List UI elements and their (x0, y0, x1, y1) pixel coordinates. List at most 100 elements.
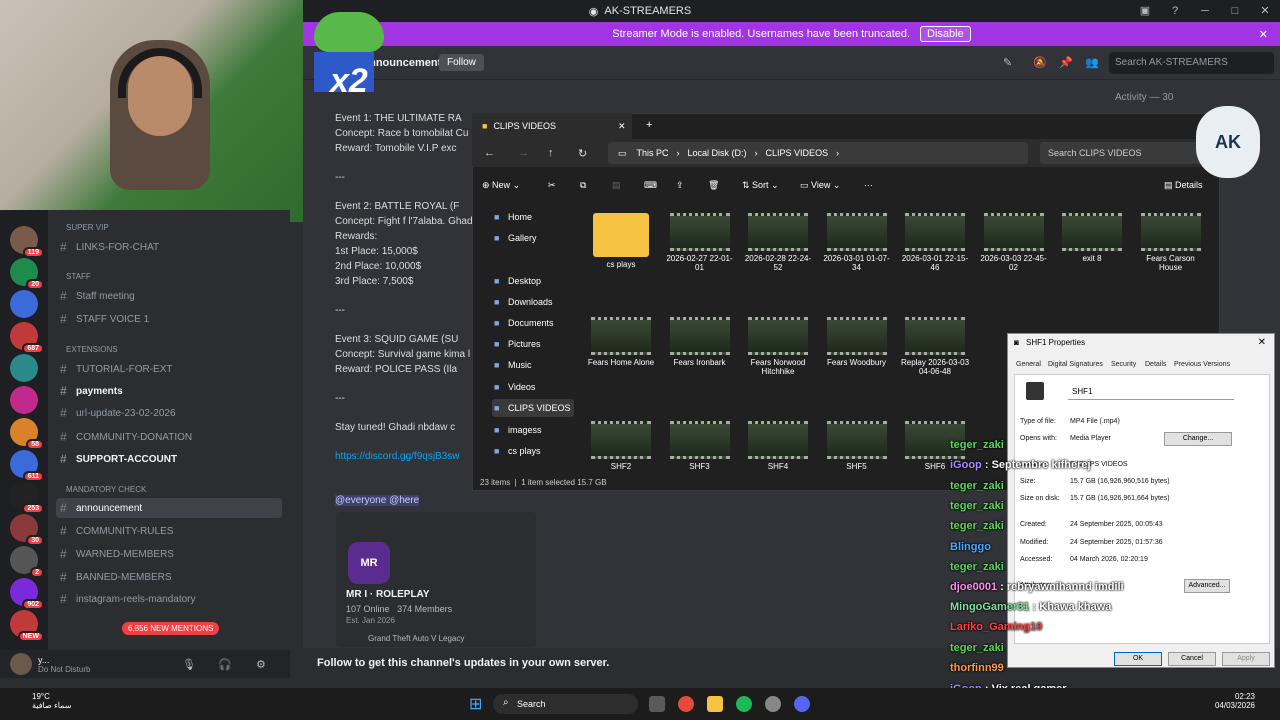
file-item[interactable]: 2026-02-27 22-01-01 (664, 213, 736, 272)
chrome-icon[interactable] (678, 696, 694, 712)
channel-item[interactable]: # instagram-reels-mandatory (56, 589, 282, 609)
mute-icon[interactable]: 🔕 (1033, 56, 1047, 69)
explorer-search-input[interactable]: Search CLIPS VIDEOS (1040, 142, 1210, 164)
server-icon-6[interactable]: 58 (10, 418, 44, 450)
file-item[interactable]: Fears Carson House (1135, 213, 1207, 272)
refresh-icon[interactable]: ↻ (578, 147, 587, 160)
nav-item[interactable]: ■ Home (492, 208, 574, 226)
avatar[interactable] (10, 653, 32, 675)
server-icon-5[interactable] (10, 386, 38, 414)
maximize-button[interactable]: □ (1220, 0, 1250, 22)
channel-item[interactable]: # TUTORIAL-FOR-EXT (56, 359, 282, 379)
server-icon-0[interactable]: 119 (10, 226, 44, 258)
tab-previous-versions[interactable]: Previous Versions (1174, 361, 1230, 368)
file-item[interactable]: 2026-02-28 22-24-52 (742, 213, 814, 272)
explorer-icon[interactable] (707, 696, 723, 712)
paste-icon[interactable]: ▤ (612, 180, 621, 191)
file-item[interactable]: SHF2 (585, 421, 657, 471)
discord-taskbar-icon[interactable] (794, 696, 810, 712)
delete-icon[interactable]: 🗑 (708, 180, 719, 191)
channel-item[interactable]: # STAFF VOICE 1 (56, 309, 282, 329)
explorer-tab[interactable]: ■ CLIPS VIDEOS ✕ (472, 113, 632, 139)
apply-button[interactable]: Apply (1222, 652, 1270, 666)
search-input[interactable]: Search AK-STREAMERS (1109, 51, 1274, 74)
cut-icon[interactable]: ✂ (548, 180, 556, 191)
pin-icon[interactable]: 📌 (1059, 56, 1073, 69)
file-item[interactable]: Fears Ironbark (664, 317, 736, 367)
invite-link[interactable]: https://discord.gg/f9qsjB3sw (335, 451, 460, 462)
mic-icon[interactable]: 🎙 (182, 658, 196, 671)
nav-item[interactable]: ■ Gallery (492, 229, 574, 247)
more-icon[interactable]: ··· (864, 180, 873, 190)
details-button[interactable]: ▤ Details (1164, 180, 1203, 191)
file-item[interactable]: SHF4 (742, 421, 814, 471)
nav-item[interactable]: ■ Music (492, 356, 574, 374)
nav-item[interactable]: ■ Desktop (492, 272, 574, 290)
tab-details[interactable]: Details (1145, 361, 1166, 368)
follow-button[interactable]: Follow (439, 54, 484, 71)
file-item[interactable]: 2026-03-01 22-15-46 (899, 213, 971, 272)
tab-digital-signatures[interactable]: Digital Signatures (1048, 361, 1103, 368)
help-icon[interactable]: ? (1160, 0, 1190, 22)
nav-item[interactable]: ■ Pictures (492, 335, 574, 353)
task-view-icon[interactable] (649, 696, 665, 712)
close-icon[interactable]: ✕ (1259, 28, 1268, 41)
server-icon-1[interactable]: 20 (10, 258, 44, 290)
taskbar-search[interactable]: Search (493, 694, 638, 714)
nav-item[interactable]: ■ Downloads (492, 293, 574, 311)
file-item[interactable]: SHF3 (664, 421, 736, 471)
channel-item[interactable]: # SUPPORT-ACCOUNT (56, 449, 282, 469)
file-item[interactable]: SHF5 (821, 421, 893, 471)
server-icon-8[interactable]: 253 (10, 482, 44, 514)
file-item[interactable]: Replay 2026-03-03 04-06-48 (899, 317, 971, 376)
nav-item[interactable]: ■ Videos (492, 378, 574, 396)
server-icon-10[interactable]: 2 (10, 546, 44, 578)
inbox-icon[interactable]: ▣ (1130, 0, 1160, 22)
start-icon[interactable]: ⊞ (469, 694, 482, 714)
new-mentions-pill[interactable]: 6,856 NEW MENTIONS (122, 622, 220, 635)
crumb-this-pc[interactable]: This PC (637, 148, 669, 158)
server-icon-12[interactable]: NEW (10, 610, 44, 642)
ok-button[interactable]: OK (1114, 652, 1162, 666)
advanced-button[interactable]: Advanced... (1184, 579, 1230, 593)
rename-icon[interactable]: ⌨ (644, 180, 657, 191)
server-icon-11[interactable]: 902 (10, 578, 44, 610)
server-icon-4[interactable] (10, 354, 38, 382)
file-item[interactable]: Fears Home Alone (585, 317, 657, 367)
channel-item[interactable]: # LINKS-FOR-CHAT (56, 237, 282, 257)
back-icon[interactable]: ← (484, 147, 495, 159)
server-icon-9[interactable]: 30 (10, 514, 44, 546)
members-icon[interactable]: 👥 (1085, 56, 1099, 69)
view-button[interactable]: ▭ View ⌄ (800, 180, 840, 191)
channel-item[interactable]: # BANNED-MEMBERS (56, 567, 282, 587)
channel-item[interactable]: # announcement (56, 498, 282, 518)
close-tab-icon[interactable]: ✕ (618, 121, 626, 132)
file-item[interactable]: exit 8 (1056, 213, 1128, 263)
server-icon-7[interactable]: 611 (10, 450, 44, 482)
tab-general[interactable]: General (1016, 361, 1041, 368)
channel-item[interactable]: # COMMUNITY-RULES (56, 521, 282, 541)
server-icon-3[interactable]: 687 (10, 322, 44, 354)
clock[interactable]: 02:23 04/03/2026 (1195, 692, 1255, 710)
headset-icon[interactable]: 🎧 (218, 658, 232, 671)
server-icon-2[interactable] (10, 290, 38, 318)
change-button[interactable]: Change... (1164, 432, 1232, 446)
dialog-close-icon[interactable]: ✕ (1258, 337, 1266, 348)
new-button[interactable]: ⊕ New ⌄ (482, 180, 520, 191)
up-icon[interactable]: ↑ (548, 147, 554, 159)
file-item[interactable]: Fears Woodbury (821, 317, 893, 367)
copy-icon[interactable]: ⧉ (580, 180, 586, 191)
close-button[interactable]: ✕ (1250, 0, 1280, 22)
crumb-disk[interactable]: Local Disk (D:) (688, 148, 747, 158)
nav-item[interactable]: ■ Documents (492, 314, 574, 332)
crumb-folder[interactable]: CLIPS VIDEOS (766, 148, 829, 158)
file-item[interactable]: Fears Norwood Hitchhike (742, 317, 814, 376)
tab-security[interactable]: Security (1111, 361, 1136, 368)
channel-item[interactable]: # COMMUNITY-DONATION (56, 427, 282, 447)
activity-label[interactable]: Activity — 30 (1105, 88, 1275, 108)
server-invite-embed[interactable]: MR MR I · ROLEPLAY 107 Online 374 Member… (336, 512, 536, 647)
channel-item[interactable]: # Staff meeting (56, 286, 282, 306)
spotify-icon[interactable] (736, 696, 752, 712)
channel-item[interactable]: # payments (56, 381, 282, 401)
disable-button[interactable]: Disable (920, 26, 971, 42)
